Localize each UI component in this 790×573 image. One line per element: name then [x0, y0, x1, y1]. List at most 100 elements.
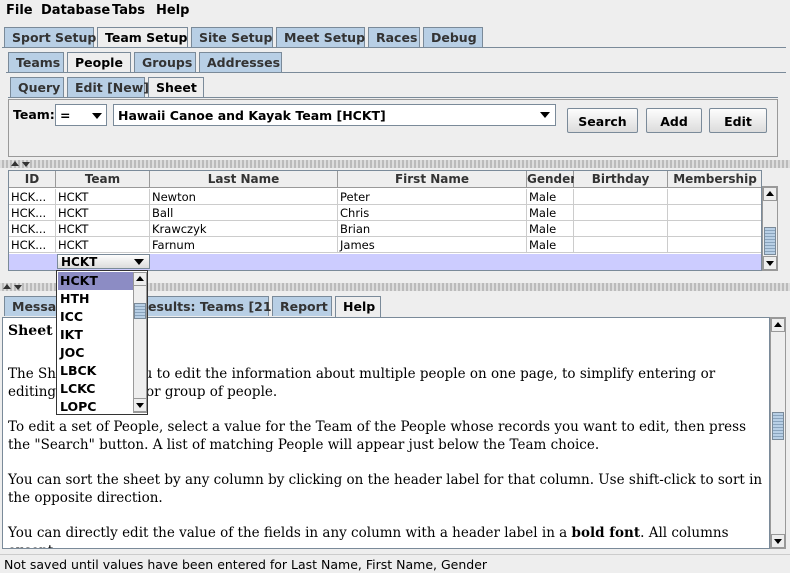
table-cell[interactable]: [574, 237, 668, 253]
dropdown-option[interactable]: LCKC: [58, 380, 133, 398]
table-cell[interactable]: HCK...: [9, 221, 56, 237]
tab-races[interactable]: Races: [368, 27, 420, 47]
table-cell[interactable]: Male: [527, 189, 574, 205]
table-cell[interactable]: [668, 237, 761, 253]
menu-file[interactable]: File: [6, 3, 33, 18]
collapse-up-icon[interactable]: [11, 161, 19, 166]
table-cell[interactable]: [668, 189, 761, 205]
column-header-membership[interactable]: Membership: [668, 171, 761, 188]
status-bar: Not saved until values have been entered…: [0, 554, 790, 573]
table-cell[interactable]: HCK...: [9, 237, 56, 253]
tab-debug[interactable]: Debug: [423, 27, 483, 47]
team-dropdown-list: HCKT HTH ICC IKT JOC LBCK LCKC LOPC: [56, 270, 148, 415]
dropdown-option[interactable]: JOC: [58, 344, 133, 362]
help-text-fragment: editing: [8, 384, 57, 400]
dropdown-option[interactable]: LBCK: [58, 362, 133, 380]
team-select[interactable]: Hawaii Canoe and Kayak Team [HCKT]: [113, 104, 556, 126]
dropdown-scrollbar[interactable]: [133, 272, 147, 413]
tab-sheet[interactable]: Sheet: [148, 77, 204, 98]
scroll-up-icon: [766, 191, 774, 196]
column-header-gender[interactable]: Gender: [527, 171, 576, 188]
column-header-team[interactable]: Team: [56, 171, 150, 188]
add-button[interactable]: Add: [646, 108, 702, 133]
tab-teams[interactable]: Teams: [8, 52, 64, 72]
tab-results-teams[interactable]: esults: Teams [21]: [141, 296, 277, 316]
table-cell[interactable]: Male: [527, 237, 574, 253]
scroll-up-button[interactable]: [133, 272, 147, 286]
scroll-thumb[interactable]: [772, 412, 784, 440]
tab-help[interactable]: Help: [335, 296, 381, 317]
column-header-first-name[interactable]: First Name: [338, 171, 527, 188]
tab-meet-setup[interactable]: Meet Setup: [276, 27, 365, 47]
scroll-up-button[interactable]: [763, 187, 777, 201]
table-cell[interactable]: James: [338, 237, 527, 253]
dropdown-option[interactable]: HCKT: [58, 272, 133, 290]
operator-select[interactable]: =: [55, 104, 107, 126]
scroll-down-button[interactable]: [771, 534, 785, 548]
scroll-up-button[interactable]: [771, 318, 785, 332]
edit-button[interactable]: Edit: [709, 108, 767, 133]
team-cell-editor-value: HCKT: [61, 255, 98, 269]
table-cell[interactable]: Chris: [338, 205, 527, 221]
table-cell[interactable]: [668, 221, 761, 237]
table-cell[interactable]: Peter: [338, 189, 527, 205]
scroll-down-button[interactable]: [133, 398, 147, 412]
table-scrollbar[interactable]: [762, 186, 778, 271]
tab-people[interactable]: People: [67, 52, 131, 73]
dropdown-option[interactable]: HTH: [58, 290, 133, 308]
chevron-down-icon: [540, 112, 550, 118]
table-cell[interactable]: HCK...: [9, 189, 56, 205]
collapse-down-icon[interactable]: [22, 162, 30, 167]
table-cell[interactable]: Farnum: [150, 237, 338, 253]
menu-tabs[interactable]: Tabs: [112, 3, 145, 18]
column-header-last-name[interactable]: Last Name: [150, 171, 338, 188]
table-cell[interactable]: Ball: [150, 205, 338, 221]
column-header-birthday[interactable]: Birthday: [574, 171, 668, 188]
column-header-id[interactable]: ID: [9, 171, 56, 188]
team-cell-editor[interactable]: HCKT: [57, 254, 150, 269]
tab-addresses[interactable]: Addresses: [199, 52, 282, 72]
view-tabbar: Query Edit [New] Sheet: [10, 77, 780, 98]
splitter[interactable]: [0, 160, 790, 168]
menu-database[interactable]: Database: [41, 3, 110, 18]
tab-report[interactable]: Report: [272, 296, 332, 316]
tab-sport-setup[interactable]: Sport Setup: [4, 27, 96, 47]
table-cell[interactable]: Krawczyk: [150, 221, 338, 237]
collapse-down-icon[interactable]: [14, 285, 22, 290]
table-cell[interactable]: [574, 205, 668, 221]
help-scrollbar[interactable]: [770, 317, 786, 549]
main-tabbar: Sport Setup Team Setup Site Setup Meet S…: [4, 27, 786, 48]
tab-query[interactable]: Query: [10, 77, 64, 97]
dropdown-option[interactable]: LOPC: [58, 398, 133, 416]
table-cell[interactable]: HCKT: [56, 205, 150, 221]
menu-help[interactable]: Help: [156, 3, 189, 18]
tab-site-setup[interactable]: Site Setup: [191, 27, 273, 47]
scroll-down-icon: [766, 261, 774, 266]
team-select-value: Hawaii Canoe and Kayak Team [HCKT]: [118, 108, 386, 123]
dropdown-option[interactable]: ICC: [58, 308, 133, 326]
table-cell[interactable]: HCKT: [56, 221, 150, 237]
scroll-down-button[interactable]: [763, 256, 777, 270]
table-cell[interactable]: HCKT: [56, 237, 150, 253]
collapse-up-icon[interactable]: [3, 284, 11, 289]
table-cell[interactable]: [574, 221, 668, 237]
search-button[interactable]: Search: [567, 108, 638, 133]
sub-tabbar: Teams People Groups Addresses: [8, 52, 784, 73]
scroll-thumb[interactable]: [764, 227, 776, 255]
table-cell[interactable]: Brian: [338, 221, 527, 237]
table-cell[interactable]: Male: [527, 205, 574, 221]
dropdown-option[interactable]: IKT: [58, 326, 133, 344]
tab-team-setup[interactable]: Team Setup: [97, 27, 188, 48]
tab-groups[interactable]: Groups: [134, 52, 196, 72]
divider: [2, 47, 786, 48]
scroll-thumb[interactable]: [134, 303, 146, 319]
table-cell[interactable]: [574, 189, 668, 205]
table-cell[interactable]: HCKT: [56, 189, 150, 205]
tab-messages[interactable]: Messag: [4, 296, 64, 316]
help-text-fragment: you to edit the information about multip…: [127, 366, 716, 382]
table-cell[interactable]: Male: [527, 221, 574, 237]
table-cell[interactable]: [668, 205, 761, 221]
tab-edit-new[interactable]: Edit [New]: [67, 77, 149, 97]
table-cell[interactable]: HCK...: [9, 205, 56, 221]
table-cell[interactable]: Newton: [150, 189, 338, 205]
